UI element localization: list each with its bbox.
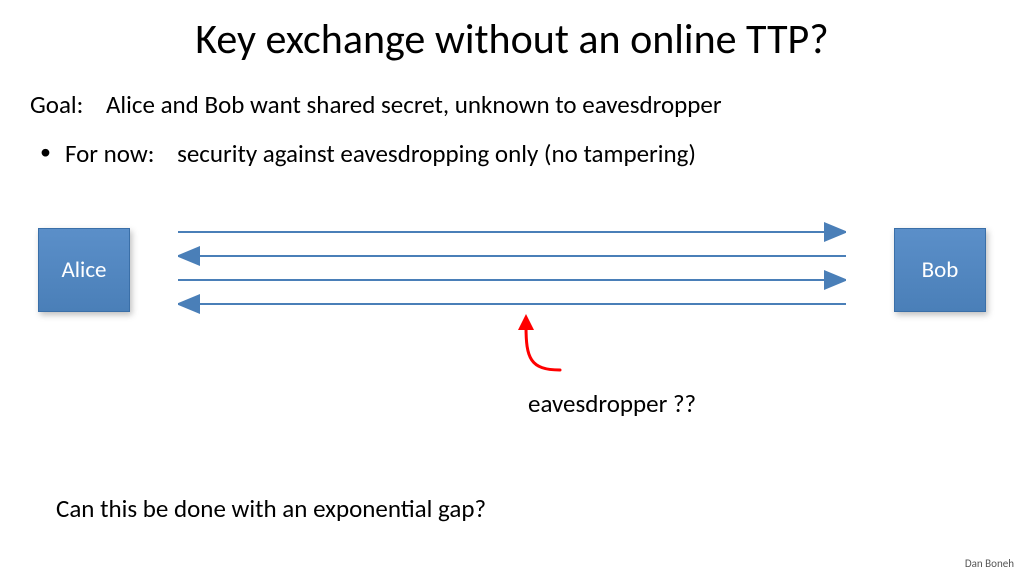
bullet-dot-icon: • xyxy=(40,138,51,169)
goal-line: Goal: Alice and Bob want shared secret, … xyxy=(0,65,1024,120)
alice-box: Alice xyxy=(38,228,130,312)
bob-box: Bob xyxy=(894,228,986,312)
bullet-line: • For now: security against eavesdroppin… xyxy=(0,120,1024,169)
bullet-label: For now: xyxy=(65,138,154,169)
arrows-svg xyxy=(178,222,846,322)
protocol-diagram: Alice Bob xyxy=(38,222,986,392)
bullet-content: For now: security against eavesdropping … xyxy=(65,138,696,169)
bullet-text: security against eavesdropping only (no … xyxy=(177,138,696,169)
eavesdropper-label: eavesdropper ?? xyxy=(528,388,696,419)
message-arrows xyxy=(178,222,846,327)
author-footer: Dan Boneh xyxy=(965,557,1014,570)
goal-text: Alice and Bob want shared secret, unknow… xyxy=(106,89,722,120)
slide-title: Key exchange without an online TTP? xyxy=(0,0,1024,65)
closing-question: Can this be done with an exponential gap… xyxy=(56,493,486,524)
goal-label: Goal: xyxy=(30,89,83,120)
